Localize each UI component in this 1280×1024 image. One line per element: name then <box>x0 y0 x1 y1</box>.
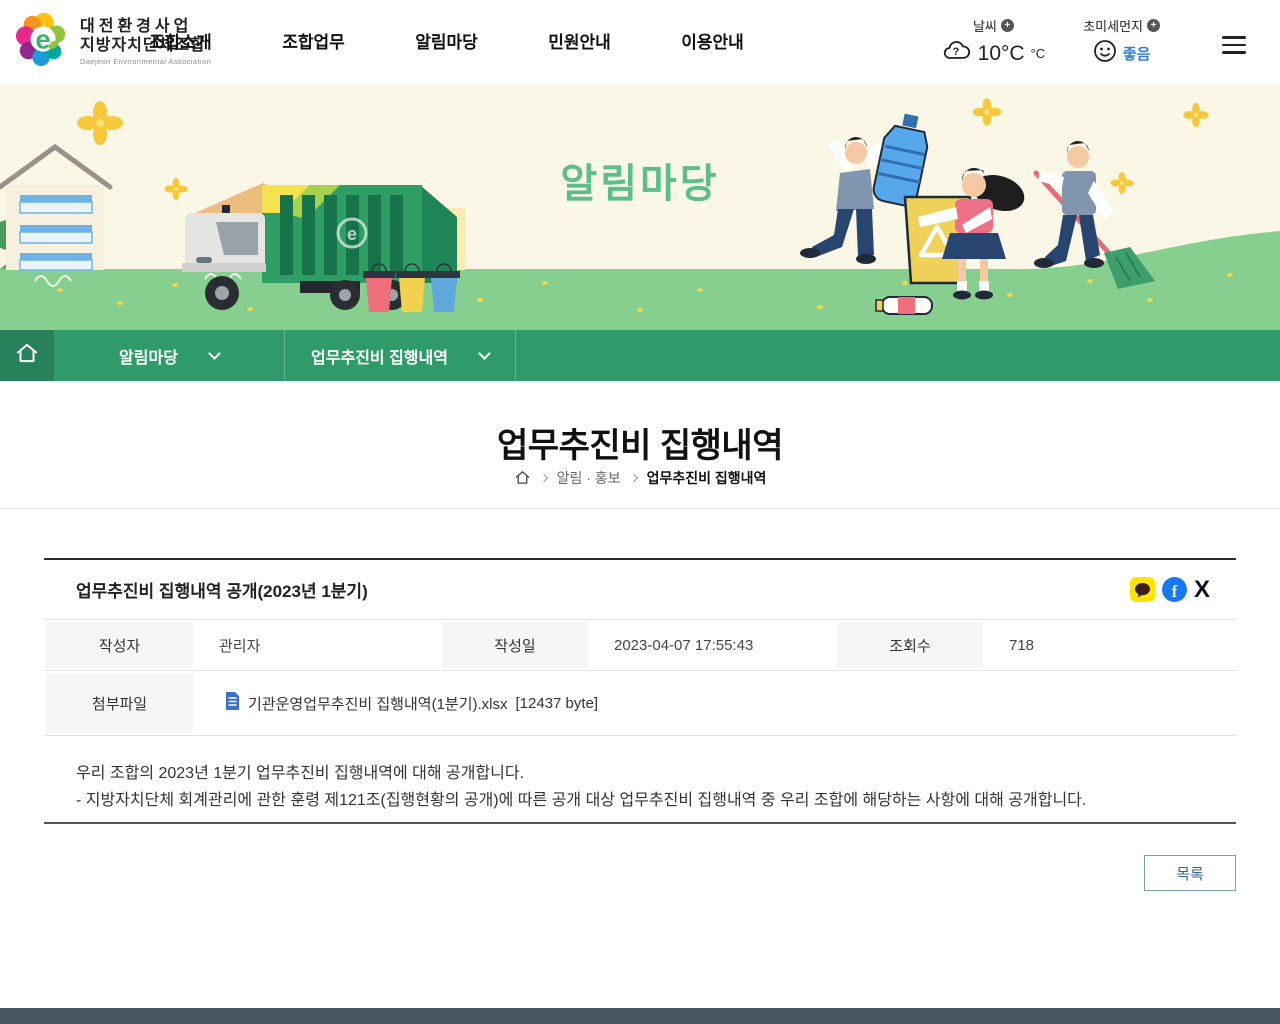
hero-banner: e 알림마당 <box>0 85 1280 330</box>
dust-label: 초미세먼지 <box>1083 19 1143 34</box>
breadcrumb-separator-icon <box>629 473 638 483</box>
list-button[interactable]: 목록 <box>1144 855 1236 891</box>
weather-widget: 날씨 + ? 10°C °C <box>942 16 1046 68</box>
gnb-dropdown-section[interactable]: 알림마당 <box>54 330 285 381</box>
main-nav: 조합소개 조합업무 알림마당 민원안내 이용안내 <box>114 0 779 85</box>
attachment-name: 기관운영업무추진비 집행내역(1분기).xlsx <box>248 695 508 713</box>
breadcrumb: 알림 · 홍보 업무추진비 집행내역 <box>0 468 1280 488</box>
post-title: 업무추진비 집행내역 공개(2023년 1분기) <box>76 582 368 601</box>
home-icon <box>14 340 40 371</box>
dust-expand-icon[interactable]: + <box>1147 19 1160 32</box>
temperature-value: 10°C <box>977 41 1025 65</box>
dust-widget: 초미세먼지 + 좋음 <box>1083 16 1160 68</box>
header-widgets: 날씨 + ? 10°C °C 초미세먼지 + 좋음 <box>942 16 1160 68</box>
temperature-unit: °C <box>1030 46 1046 61</box>
post-header: 업무추진비 집행내역 공개(2023년 1분기) f X <box>44 560 1236 620</box>
breadcrumb-item[interactable]: 알림 · 홍보 <box>557 468 621 488</box>
kakao-share-icon[interactable] <box>1129 577 1155 602</box>
post-body: 우리 조합의 2023년 1분기 업무추진비 집행내역에 대해 공개합니다. -… <box>44 736 1236 824</box>
svg-text:e: e <box>35 25 50 55</box>
date-value: 2023-04-07 17:55:43 <box>614 636 754 654</box>
x-share-icon[interactable]: X <box>1194 577 1210 602</box>
footer-strip <box>0 1008 1280 1024</box>
home-button[interactable] <box>0 330 54 381</box>
weather-expand-icon[interactable]: + <box>1000 19 1014 32</box>
breadcrumb-home-icon[interactable] <box>514 469 531 487</box>
attachment-label: 첨부파일 <box>44 671 195 735</box>
post-meta-table: 작성자 관리자 작성일 2023-04-07 17:55:43 조회수 718 <box>44 620 1236 671</box>
nav-item-work[interactable]: 조합업무 <box>247 0 380 85</box>
author-value: 관리자 <box>219 637 261 655</box>
header: e 대전환경사업 지방자치단체조합 Daejeon Environmental … <box>0 0 1280 85</box>
attachment-link[interactable]: 기관운영업무추진비 집행내역(1분기).xlsx [12437 byte] <box>195 671 1236 735</box>
date-label: 작성일 <box>440 620 590 670</box>
dust-status: 좋음 <box>1122 46 1151 63</box>
views-value: 718 <box>1009 636 1035 654</box>
attachment-row: 첨부파일 기관운영업무추진비 집행내역(1분기).xlsx [12437 byt… <box>44 671 1236 736</box>
file-icon <box>225 691 240 715</box>
smiley-icon <box>1093 39 1117 68</box>
views-label: 조회수 <box>835 620 985 670</box>
page-title: 업무추진비 집행내역 <box>497 427 783 465</box>
button-row: 목록 <box>44 855 1236 891</box>
chevron-down-icon <box>208 346 221 360</box>
body-line: 우리 조합의 2023년 1분기 업무추진비 집행내역에 대해 공개합니다. <box>76 765 525 782</box>
attachment-size: [12437 byte] <box>515 694 599 712</box>
gnb-dropdown-page[interactable]: 업무추진비 집행내역 <box>285 330 516 381</box>
breadcrumb-current: 업무추진비 집행내역 <box>646 470 767 486</box>
page: e 대전환경사업 지방자치단체조합 Daejeon Environmental … <box>0 0 1280 1024</box>
logo-mark-icon: e <box>14 10 72 73</box>
gnb-section-label: 알림마당 <box>119 349 178 367</box>
weather-label: 날씨 <box>972 19 997 34</box>
gnb-page-label: 업무추진비 집행내역 <box>311 349 448 367</box>
nav-item-intro[interactable]: 조합소개 <box>114 0 247 85</box>
post-detail: 업무추진비 집행내역 공개(2023년 1분기) f X 작성자 관리자 작성일… <box>44 558 1236 891</box>
cloud-icon: ? <box>942 39 972 68</box>
share-buttons: f X <box>1129 577 1210 602</box>
facebook-share-icon[interactable]: f <box>1161 577 1187 602</box>
nav-item-civil[interactable]: 민원안내 <box>513 0 646 85</box>
breadcrumb-bar: 알림마당 업무추진비 집행내역 <box>0 330 1280 381</box>
nav-item-guide[interactable]: 이용안내 <box>646 0 779 85</box>
breadcrumb-separator-icon <box>539 473 548 483</box>
body-line: - 지방자치단체 회계관리에 관한 훈령 제121조(집행현황의 공개)에 따른… <box>76 792 1087 809</box>
nav-item-notice[interactable]: 알림마당 <box>380 0 513 85</box>
svg-text:e: e <box>347 224 357 244</box>
section-divider <box>0 508 1280 509</box>
chevron-down-icon <box>478 346 491 360</box>
hero-title: 알림마당 <box>560 162 720 206</box>
svg-text:?: ? <box>952 46 959 58</box>
author-label: 작성자 <box>44 620 195 670</box>
menu-icon[interactable] <box>1222 36 1246 54</box>
